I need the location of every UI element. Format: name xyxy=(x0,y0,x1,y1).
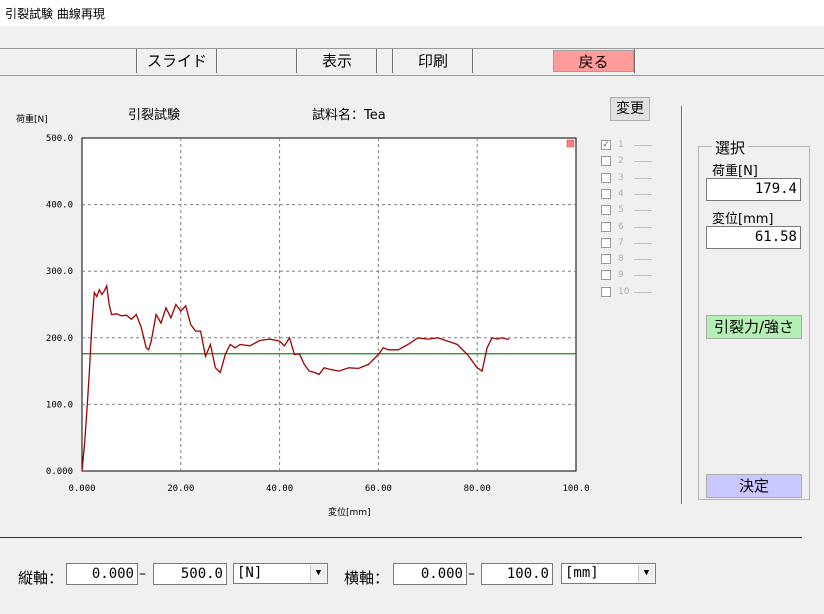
x-tick-label: 80.00 xyxy=(464,484,491,494)
checkbox-icon[interactable] xyxy=(601,188,611,199)
vertical-range-separator: – xyxy=(139,566,146,582)
horizontal-unit-value: [mm] xyxy=(565,565,599,581)
checkbox-icon[interactable] xyxy=(601,172,611,183)
toolbar-separator xyxy=(376,49,378,73)
checkbox-icon[interactable] xyxy=(601,156,611,167)
print-button[interactable]: 印刷 xyxy=(394,50,472,72)
vertical-axis-label: 縦軸： xyxy=(18,569,64,587)
vertical-max-field[interactable]: 500.0 xyxy=(153,563,227,585)
checkbox-icon[interactable] xyxy=(601,286,611,297)
legend-line-sample xyxy=(634,275,652,277)
y-tick-label: 300.0 xyxy=(46,267,73,277)
checkbox-checked-icon[interactable]: ✓ xyxy=(601,140,611,150)
slide-button[interactable]: スライド xyxy=(138,50,216,72)
title-bar: 引裂試験 曲線再現 xyxy=(0,0,824,27)
series-marker xyxy=(566,139,575,148)
legend-line-sample xyxy=(634,177,652,179)
checkbox-icon[interactable] xyxy=(601,254,611,265)
checkbox-icon[interactable] xyxy=(601,221,611,232)
horizontal-unit-select[interactable]: [mm] ▼ xyxy=(561,563,656,584)
tear-force-button[interactable]: 引裂力/強さ xyxy=(706,315,802,339)
y-tick-label: 400.0 xyxy=(46,201,73,211)
load-value-field[interactable]: 179.4 xyxy=(706,178,801,201)
x-tick-label: 20.00 xyxy=(167,484,194,494)
legend-label: 4 xyxy=(618,188,624,199)
legend-label: 3 xyxy=(618,172,624,183)
checkbox-icon[interactable] xyxy=(601,205,611,216)
legend-line-sample xyxy=(634,210,652,212)
load-label: 荷重[N] xyxy=(712,164,758,179)
y-axis-label: 荷重[N] xyxy=(16,115,48,125)
horizontal-range-separator: – xyxy=(468,566,475,582)
legend-label: 7 xyxy=(618,237,624,248)
vertical-min-field[interactable]: 0.000 xyxy=(66,563,138,585)
legend-label: 10 xyxy=(618,286,630,297)
legend-line-sample xyxy=(634,259,652,261)
legend-label: 6 xyxy=(618,221,624,232)
x-axis-label: 変位[mm] xyxy=(328,508,371,518)
x-tick-label: 100.0 xyxy=(562,484,589,494)
horizontal-max-field[interactable]: 100.0 xyxy=(481,563,553,585)
test-name: 引裂試験 xyxy=(128,108,181,123)
selection-title: 選択 xyxy=(712,137,749,158)
displacement-label: 変位[mm] xyxy=(712,212,774,227)
legend-label: 8 xyxy=(618,254,624,265)
window-title: 引裂試験 曲線再現 xyxy=(5,7,105,21)
y-tick-label: 200.0 xyxy=(46,334,73,344)
chevron-down-icon[interactable]: ▼ xyxy=(638,565,654,582)
legend-label: 5 xyxy=(618,205,624,216)
x-tick-label: 0.000 xyxy=(68,484,95,494)
legend-line-sample xyxy=(634,145,652,146)
horizontal-min-field[interactable]: 0.000 xyxy=(393,563,467,585)
plot-area xyxy=(81,137,577,472)
display-button[interactable]: 表示 xyxy=(298,50,376,72)
checkbox-icon[interactable] xyxy=(601,237,611,248)
legend-label: 9 xyxy=(618,270,624,281)
back-button[interactable]: 戻る xyxy=(553,50,634,72)
legend-line-sample xyxy=(634,226,652,228)
change-button[interactable]: 変更 xyxy=(610,97,650,121)
toolbar-separator xyxy=(634,49,636,73)
chevron-down-icon[interactable]: ▼ xyxy=(310,565,326,582)
toolbar-separator xyxy=(472,49,474,73)
panel-divider xyxy=(681,106,683,504)
y-tick-label: 500.0 xyxy=(46,134,73,144)
confirm-button[interactable]: 決定 xyxy=(706,474,802,498)
checkbox-icon[interactable] xyxy=(601,270,611,281)
y-tick-label: 0.000 xyxy=(46,467,73,477)
tear-test-chart: 0.000 20.00 40.00 60.00 80.00 100.0 0.000 100.0… xyxy=(46,134,590,494)
legend-label: 1 xyxy=(618,140,624,150)
y-tick-label: 100.0 xyxy=(46,400,73,410)
toolbar: スライド 表示 印刷 戻る xyxy=(0,48,824,76)
legend-label: 2 xyxy=(618,156,624,167)
legend-line-sample xyxy=(634,291,652,293)
sample-name: 試料名：Tea xyxy=(312,108,386,123)
displacement-value-field[interactable]: 61.58 xyxy=(706,226,801,249)
vertical-unit-select[interactable]: [N] ▼ xyxy=(233,563,328,584)
toolbar-separator xyxy=(216,49,218,73)
legend-line-sample xyxy=(634,242,652,244)
x-tick-label: 40.00 xyxy=(266,484,293,494)
legend-line-sample xyxy=(634,161,652,163)
bottom-separator xyxy=(0,537,802,538)
legend-line-sample xyxy=(634,193,652,195)
horizontal-axis-label: 横軸： xyxy=(344,569,390,587)
x-tick-label: 60.00 xyxy=(365,484,392,494)
vertical-unit-value: [N] xyxy=(237,565,263,581)
